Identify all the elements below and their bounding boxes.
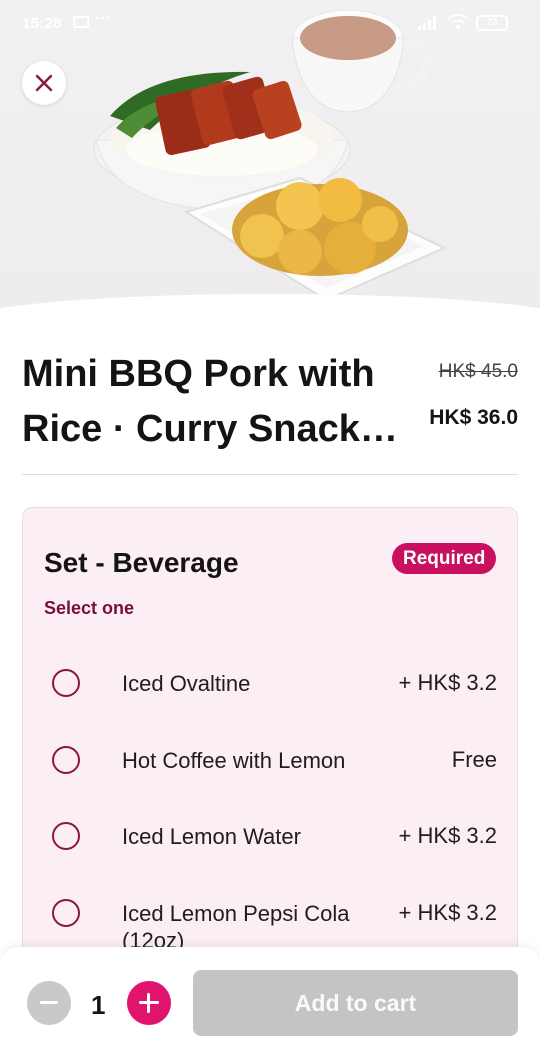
wifi-icon [447,14,469,29]
option-label: Iced Ovaltine [122,671,251,696]
radio-button[interactable] [52,669,80,697]
message-icon [73,16,89,28]
options-hint: Select one [44,598,135,618]
option-price: + HK$ 3.2 [398,823,497,848]
minus-icon [40,1001,58,1004]
decrease-quantity-button[interactable] [27,981,71,1025]
radio-button[interactable] [52,822,80,850]
battery-icon: 73 [476,15,508,31]
signal-icon [418,16,436,30]
divider [22,474,518,475]
quantity-value: 1 [91,990,106,1020]
hero-image: 15:28 ··· 73 [0,0,540,320]
option-price: + HK$ 3.2 [398,670,497,695]
increase-quantity-button[interactable] [127,981,171,1025]
option-price: Free [451,747,497,772]
cart-bar: 1 Add to cart [0,947,540,1054]
option-price: + HK$ 3.2 [398,900,497,925]
food-photo [93,9,447,302]
option-iced-lemon-pepsi-cola[interactable]: Iced Lemon Pepsi Cola (12oz) + HK$ 3.2 [23,885,519,953]
close-button[interactable] [22,61,66,105]
option-label: Hot Coffee with Lemon [122,748,346,773]
current-price: HK$ 36.0 [429,406,518,429]
radio-button[interactable] [52,899,80,927]
option-label: Iced Lemon Water [122,824,301,849]
required-badge: Required [392,543,497,574]
status-bar: 15:28 ··· 73 [0,0,540,46]
plus-icon-vertical [147,993,150,1013]
radio-button[interactable] [52,746,80,774]
option-label: Iced Lemon Pepsi Cola (12oz) [122,901,350,953]
product-title: Mini BBQ Pork with Rice · Curry Snack… [22,353,398,450]
status-time: 15:28 [22,15,62,32]
options-group-title: Set - Beverage [44,547,239,578]
add-to-cart-button[interactable]: Add to cart [193,970,518,1036]
option-hot-coffee-with-lemon[interactable]: Hot Coffee with Lemon Free [23,732,519,788]
option-iced-lemon-water[interactable]: Iced Lemon Water + HK$ 3.2 [23,808,519,864]
close-icon [35,74,53,92]
option-iced-ovaltine[interactable]: Iced Ovaltine + HK$ 3.2 [23,655,519,711]
original-price: HK$ 45.0 [438,361,518,382]
more-notifications-icon: ··· [95,10,111,27]
